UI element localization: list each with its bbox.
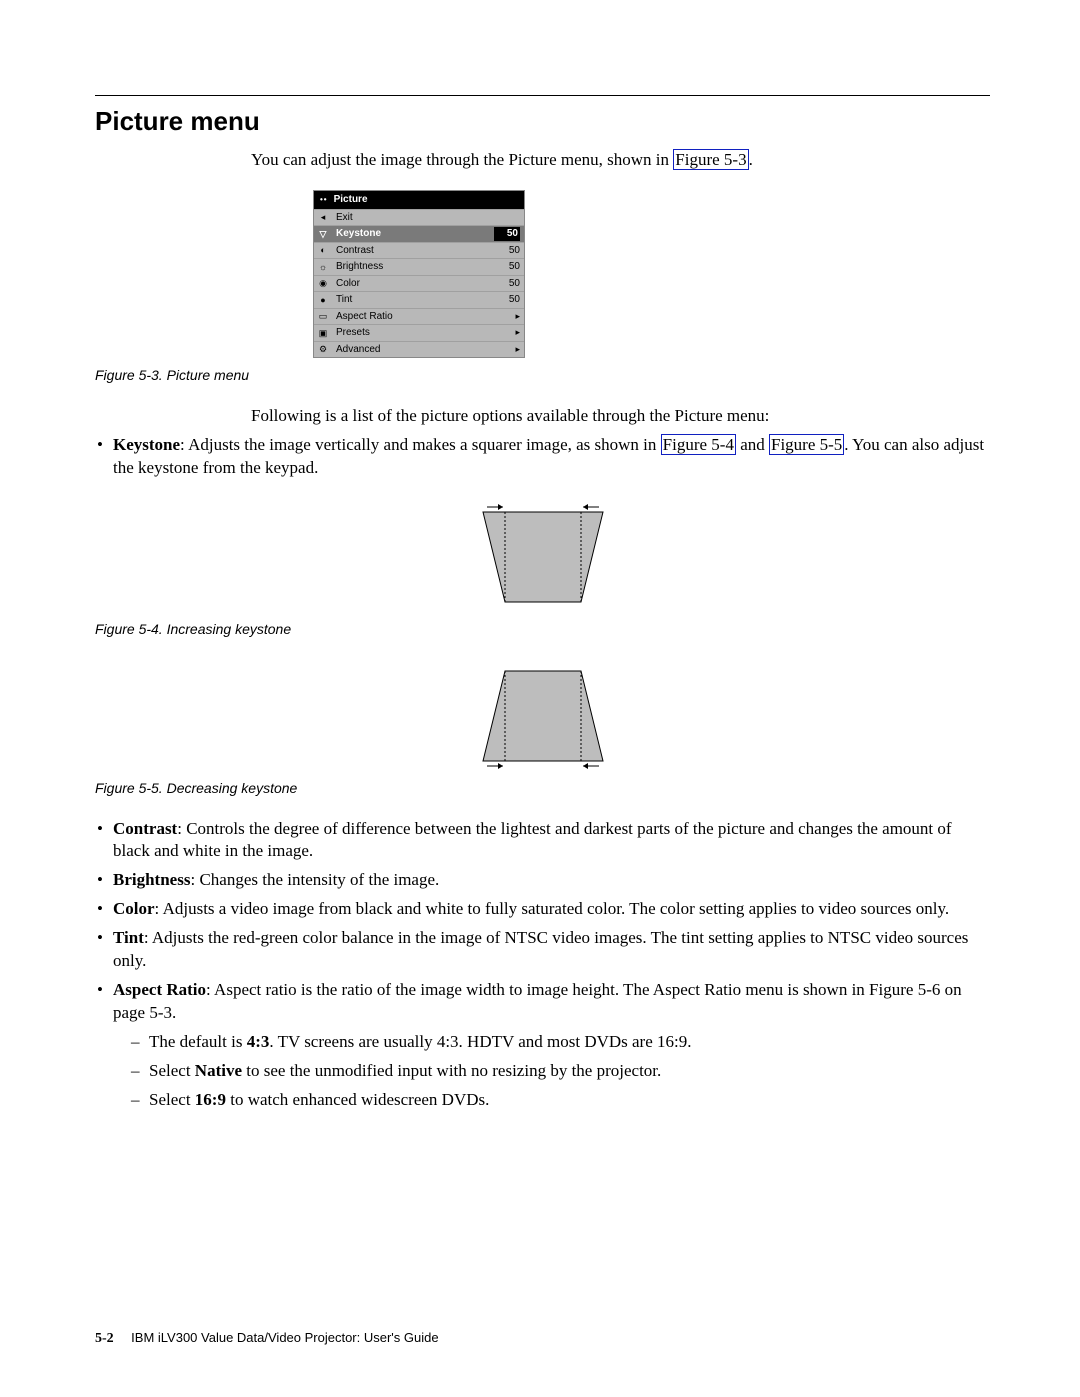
option-color: Color: Adjusts a video image from black … — [95, 898, 990, 921]
footer-title: IBM iLV300 Value Data/Video Projector: U… — [131, 1330, 438, 1345]
menu-row-label: Keystone — [336, 227, 488, 241]
color-text: : Adjusts a video image from black and w… — [155, 899, 950, 918]
dash1-bold: 4:3 — [247, 1032, 270, 1051]
dash3-post: to watch enhanced widescreen DVDs. — [226, 1090, 489, 1109]
dash2-post: to see the unmodified input with no resi… — [242, 1061, 661, 1080]
intro-text-pre: You can adjust the image through the Pic… — [251, 150, 673, 169]
link-figure-5-3[interactable]: Figure 5-3 — [673, 149, 748, 170]
menu-row-icon: ▭ — [316, 310, 330, 322]
menu-row-label: Tint — [336, 293, 492, 307]
menu-row-icon: ⚙ — [316, 343, 330, 355]
aspect-sub-default: The default is 4:3. TV screens are usual… — [131, 1031, 990, 1054]
menu-row-icon: ◂ — [316, 211, 330, 223]
menu-row-presets: ▣ Presets — [314, 324, 524, 341]
menu-title-label: Picture — [334, 193, 368, 207]
menu-row-label: Aspect Ratio — [336, 310, 492, 324]
menu-row-icon: ▣ — [316, 327, 330, 339]
aspect-sub-native: Select Native to see the unmodified inpu… — [131, 1060, 990, 1083]
menu-row-label: Presets — [336, 326, 492, 340]
keystone-text-a: : Adjusts the image vertically and makes… — [180, 435, 661, 454]
menu-row-icon: ◉ — [316, 277, 330, 289]
intro-paragraph: You can adjust the image through the Pic… — [251, 149, 990, 172]
menu-row-value — [498, 310, 520, 324]
intro-text-post: . — [749, 150, 753, 169]
menu-title-bar: Picture — [314, 191, 524, 209]
dash3-pre: Select — [149, 1090, 195, 1109]
option-keystone: Keystone: Adjusts the image vertically a… — [95, 434, 990, 480]
link-figure-5-4[interactable]: Figure 5-4 — [661, 434, 736, 455]
tint-label: Tint — [113, 928, 144, 947]
menu-row-label: Exit — [336, 211, 492, 225]
link-figure-5-5[interactable]: Figure 5-5 — [769, 434, 844, 455]
menu-row-value: 50 — [494, 227, 520, 241]
menu-row-value: 50 — [498, 277, 520, 291]
aspect-sub-169: Select 16:9 to watch enhanced widescreen… — [131, 1089, 990, 1112]
menu-row-icon: ◐ — [316, 244, 330, 256]
aspect-label: Aspect Ratio — [113, 980, 206, 999]
menu-row-contrast: ◐ Contrast 50 — [314, 242, 524, 259]
contrast-text: : Controls the degree of difference betw… — [113, 819, 952, 861]
menu-row-label: Contrast — [336, 244, 492, 258]
page-footer: 5-2 IBM iLV300 Value Data/Video Projecto… — [95, 1329, 439, 1349]
brightness-label: Brightness — [113, 870, 190, 889]
menu-row-exit: ◂ Exit — [314, 209, 524, 226]
figure-5-3-caption: Figure 5-3. Picture menu — [95, 366, 990, 385]
aspect-text: : Aspect ratio is the ratio of the image… — [113, 980, 962, 1022]
menu-row-tint: ● Tint 50 — [314, 291, 524, 308]
menu-row-value: 50 — [498, 244, 520, 258]
brightness-text: : Changes the intensity of the image. — [190, 870, 439, 889]
options-list: Keystone: Adjusts the image vertically a… — [95, 434, 990, 480]
menu-row-aspect-ratio: ▭ Aspect Ratio — [314, 308, 524, 325]
keystone-label: Keystone — [113, 435, 180, 454]
keystone-mid: and — [736, 435, 769, 454]
dash1-pre: The default is — [149, 1032, 247, 1051]
figure-5-5-caption: Figure 5-5. Decreasing keystone — [95, 779, 990, 798]
dash1-post: . TV screens are usually 4:3. HDTV and m… — [269, 1032, 691, 1051]
dash2-bold: Native — [195, 1061, 242, 1080]
option-brightness: Brightness: Changes the intensity of the… — [95, 869, 990, 892]
menu-row-value: 50 — [498, 260, 520, 274]
aspect-sublist: The default is 4:3. TV screens are usual… — [131, 1031, 990, 1112]
page: Picture menu You can adjust the image th… — [95, 95, 990, 1118]
menu-row-label: Advanced — [336, 343, 492, 357]
decreasing-keystone-diagram — [463, 661, 623, 771]
menu-row-keystone: ▽ Keystone 50 — [314, 225, 524, 242]
menu-row-label: Brightness — [336, 260, 492, 274]
menu-row-color: ◉ Color 50 — [314, 275, 524, 292]
menu-row-label: Color — [336, 277, 492, 291]
tint-text: : Adjusts the red-green color balance in… — [113, 928, 968, 970]
top-rule — [95, 95, 990, 96]
menu-row-icon: ● — [316, 294, 330, 306]
contrast-label: Contrast — [113, 819, 177, 838]
menu-row-advanced: ⚙ Advanced — [314, 341, 524, 358]
dash3-bold: 16:9 — [195, 1090, 226, 1109]
dash2-pre: Select — [149, 1061, 195, 1080]
menu-row-brightness: ☼ Brightness 50 — [314, 258, 524, 275]
figure-5-5 — [95, 661, 990, 771]
option-aspect-ratio: Aspect Ratio: Aspect ratio is the ratio … — [95, 979, 990, 1112]
section-heading: Picture menu — [95, 104, 990, 139]
menu-row-value — [498, 343, 520, 357]
menu-row-value: 50 — [498, 293, 520, 307]
increasing-keystone-diagram — [463, 502, 623, 612]
page-number: 5-2 — [95, 1331, 114, 1346]
figure-5-4-caption: Figure 5-4. Increasing keystone — [95, 620, 990, 639]
color-label: Color — [113, 899, 155, 918]
option-contrast: Contrast: Controls the degree of differe… — [95, 818, 990, 864]
menu-row-icon: ☼ — [316, 261, 330, 273]
following-intro: Following is a list of the picture optio… — [251, 405, 990, 428]
menu-row-icon: ▽ — [316, 228, 330, 240]
options-list-continued: Contrast: Controls the degree of differe… — [95, 818, 990, 1112]
option-tint: Tint: Adjusts the red-green color balanc… — [95, 927, 990, 973]
picture-menu-screenshot: Picture ◂Exit▽Keystone50◐Contrast50☼Brig… — [313, 190, 525, 358]
figure-5-4 — [95, 502, 990, 612]
menu-row-value — [498, 326, 520, 340]
menu-dots-icon — [320, 193, 328, 207]
